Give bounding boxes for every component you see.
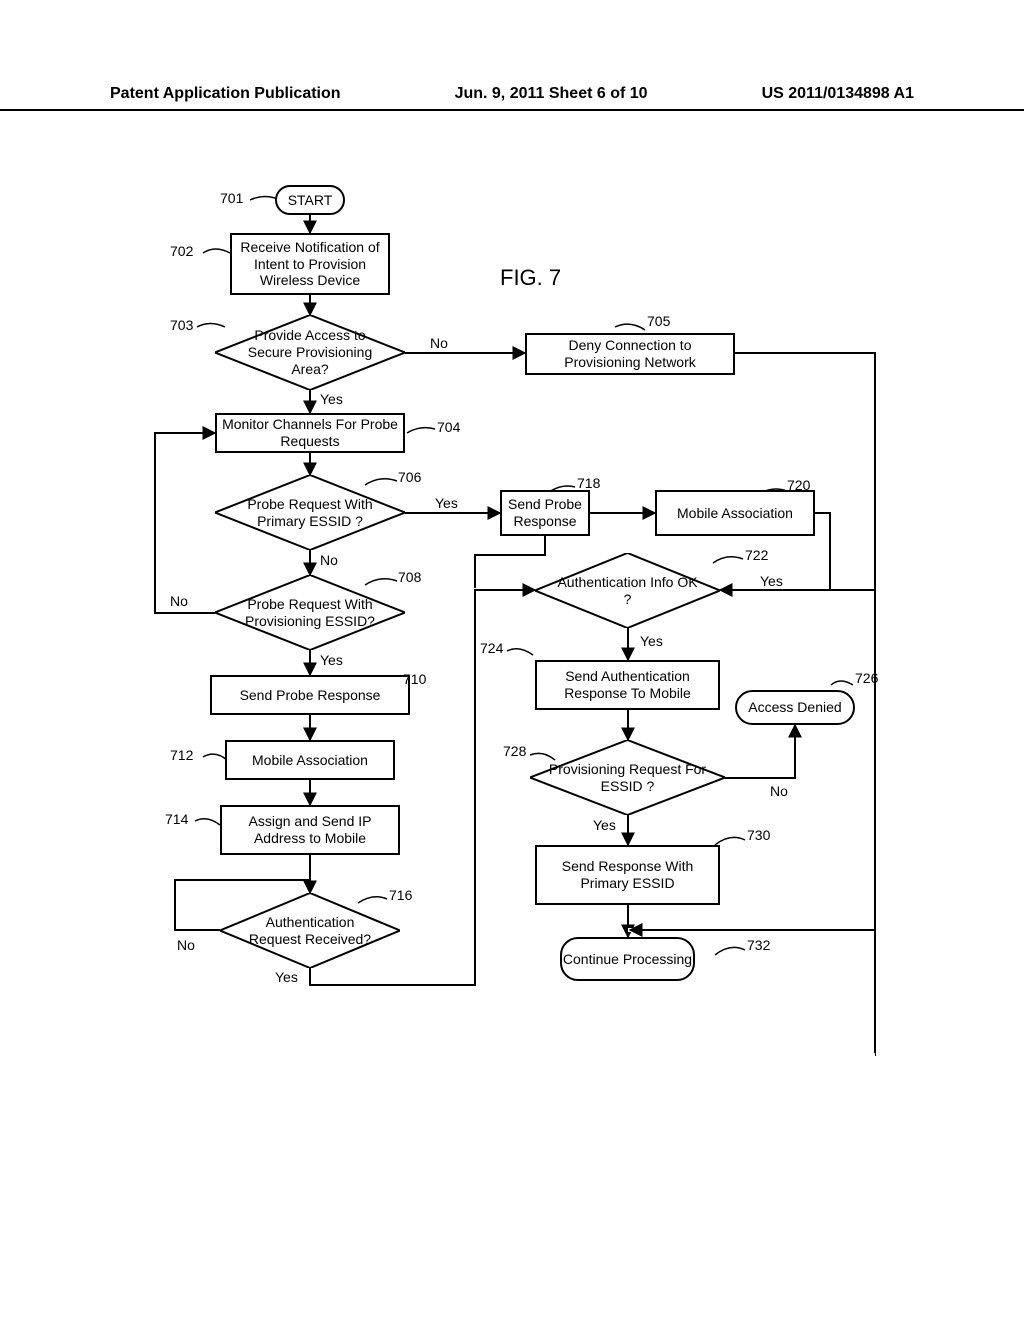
box-send-auth-response: Send Authentication Response To Mobile	[535, 660, 720, 710]
box-monitor-channels: Monitor Channels For Probe Requests	[215, 413, 405, 453]
terminator-continue: Continue Processing	[560, 937, 695, 981]
box-send-probe-response-710: Send Probe Response	[210, 675, 410, 715]
box-text: Assign and Send IP Address to Mobile	[226, 813, 394, 847]
ref-720: 720	[787, 477, 810, 493]
ref-701: 701	[220, 190, 243, 206]
edge-728-yes: Yes	[593, 817, 616, 833]
box-text: Monitor Channels For Probe Requests	[221, 416, 399, 450]
ref-712: 712	[170, 747, 193, 763]
edge-708-yes: Yes	[320, 652, 343, 668]
edge-722-yes-right: Yes	[760, 573, 783, 589]
ref-703: 703	[170, 317, 193, 333]
decision-primary-essid: Probe Request With Primary ESSID ?	[215, 475, 405, 550]
ref-702: 702	[170, 243, 193, 259]
terminator-text: START	[288, 192, 333, 209]
ref-705: 705	[647, 313, 670, 329]
ref-718: 718	[577, 475, 600, 491]
decision-provide-access: Provide Access to Secure Provisioning Ar…	[215, 315, 405, 390]
ref-716: 716	[389, 887, 412, 903]
edge-706-no: No	[320, 552, 338, 568]
decision-text: Provisioning Request For ESSID ?	[548, 761, 707, 795]
box-text: Send Probe Response	[240, 687, 381, 704]
decision-provisioning-request: Provisioning Request For ESSID ?	[530, 740, 725, 815]
ref-706: 706	[398, 469, 421, 485]
terminator-access-denied: Access Denied	[735, 690, 855, 725]
box-text: Deny Connection to Provisioning Network	[531, 337, 729, 371]
box-text: Receive Notification of Intent to Provis…	[236, 239, 384, 289]
patent-header: Patent Application Publication Jun. 9, 2…	[0, 85, 1024, 111]
box-text: Send Authentication Response To Mobile	[541, 668, 714, 702]
ref-704: 704	[437, 419, 460, 435]
ref-722: 722	[745, 547, 768, 563]
decision-text: Probe Request With Provisioning ESSID?	[233, 596, 387, 630]
box-send-response-primary: Send Response With Primary ESSID	[535, 845, 720, 905]
ref-710: 710	[403, 671, 426, 687]
box-mobile-association-720: Mobile Association	[655, 490, 815, 536]
flowchart: START 701 Receive Notification of Intent…	[115, 185, 915, 1125]
ref-726: 726	[855, 670, 878, 686]
edge-706-yes: Yes	[435, 495, 458, 511]
decision-text: Authentication Info OK ?	[553, 574, 702, 608]
header-left: Patent Application Publication	[110, 85, 341, 103]
box-text: Mobile Association	[252, 752, 368, 769]
terminator-start: START	[275, 185, 345, 215]
edge-728-no: No	[770, 783, 788, 799]
decision-text: Probe Request With Primary ESSID ?	[233, 496, 387, 530]
box-text: Send Probe Response	[504, 496, 586, 530]
ref-730: 730	[747, 827, 770, 843]
terminator-text: Continue Processing	[563, 951, 692, 968]
ref-728: 728	[503, 743, 526, 759]
box-mobile-association-712: Mobile Association	[225, 740, 395, 780]
box-text: Send Response With Primary ESSID	[541, 858, 714, 892]
edge-722-yes-down: Yes	[640, 633, 663, 649]
box-assign-ip: Assign and Send IP Address to Mobile	[220, 805, 400, 855]
edge-703-no: No	[430, 335, 448, 351]
decision-auth-request-received: Authentication Request Received?	[220, 893, 400, 968]
box-receive-notification: Receive Notification of Intent to Provis…	[230, 233, 390, 295]
decision-provisioning-essid: Probe Request With Provisioning ESSID?	[215, 575, 405, 650]
box-deny-connection: Deny Connection to Provisioning Network	[525, 333, 735, 375]
edge-716-yes: Yes	[275, 969, 298, 985]
box-text: Mobile Association	[677, 505, 793, 522]
ref-724: 724	[480, 640, 503, 656]
edge-703-yes: Yes	[320, 391, 343, 407]
edge-716-no: No	[177, 937, 195, 953]
ref-714: 714	[165, 811, 188, 827]
decision-text: Provide Access to Secure Provisioning Ar…	[233, 327, 387, 377]
box-send-probe-response-718: Send Probe Response	[500, 490, 590, 536]
ref-732: 732	[747, 937, 770, 953]
decision-auth-info-ok: Authentication Info OK ?	[535, 553, 720, 628]
header-right: US 2011/0134898 A1	[762, 85, 914, 103]
header-center: Jun. 9, 2011 Sheet 6 of 10	[455, 85, 648, 103]
decision-text: Authentication Request Received?	[238, 914, 382, 948]
edge-708-no: No	[170, 593, 188, 609]
terminator-text: Access Denied	[748, 699, 841, 716]
ref-708: 708	[398, 569, 421, 585]
